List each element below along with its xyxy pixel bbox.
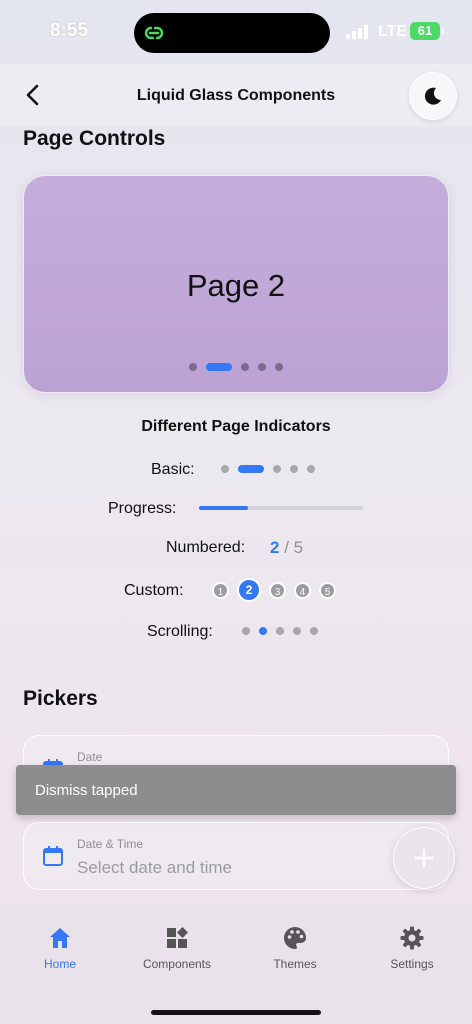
add-fab-button[interactable] <box>393 827 455 889</box>
indicator-dot-active[interactable] <box>238 465 264 473</box>
tab-components-label: Components <box>142 957 212 971</box>
indicator-dot[interactable] <box>273 465 281 473</box>
custom-dot-active[interactable]: 2 <box>237 578 261 602</box>
page-title: Liquid Glass Components <box>136 87 336 104</box>
moon-icon <box>424 87 441 105</box>
indicator-dot[interactable] <box>221 465 229 473</box>
palette-icon <box>284 927 306 949</box>
section-title-page-controls: Page Controls <box>23 127 166 150</box>
indicator-dot[interactable] <box>307 465 315 473</box>
indicator-dot-active[interactable] <box>259 627 267 635</box>
basic-label: Basic: <box>151 461 195 478</box>
indicator-dot[interactable] <box>276 627 284 635</box>
page-dot[interactable] <box>258 363 266 371</box>
bottom-tab-bar: Home Components Themes Settings <box>0 905 472 1024</box>
status-bar: 8:55 LTE 61 <box>0 0 472 64</box>
indicator-dot[interactable] <box>293 627 301 635</box>
custom-dot[interactable]: 5 <box>319 581 336 599</box>
carousel-page-indicator[interactable] <box>24 363 448 371</box>
snackbar: Dismiss tapped <box>16 765 456 815</box>
carousel-page-label: Page 2 <box>186 268 286 303</box>
tab-components[interactable]: Components <box>122 925 232 971</box>
scrolling-indicator[interactable] <box>242 627 318 635</box>
page-dot[interactable] <box>241 363 249 371</box>
tab-settings[interactable]: Settings <box>357 925 467 971</box>
home-indicator <box>151 1010 321 1015</box>
page-dot[interactable] <box>189 363 197 371</box>
basic-indicator[interactable] <box>221 465 315 473</box>
indicator-dot[interactable] <box>242 627 250 635</box>
datetime-picker-label: Date & Time <box>77 837 144 851</box>
numbered-current: 2 <box>270 538 280 557</box>
date-picker-label: Date <box>77 750 103 764</box>
network-type: LTE <box>378 23 408 40</box>
indicator-dot[interactable] <box>310 627 318 635</box>
numbered-separator: / <box>284 538 289 557</box>
link-icon <box>144 26 164 40</box>
tab-themes-label: Themes <box>273 957 317 971</box>
tab-home[interactable]: Home <box>5 925 115 971</box>
custom-dot[interactable]: 4 <box>294 581 311 599</box>
numbered-total: 5 <box>293 538 304 557</box>
progress-indicator <box>199 506 363 510</box>
page-carousel[interactable]: Page 2 <box>23 175 449 393</box>
custom-indicator[interactable]: 1 2 3 4 5 <box>212 578 336 602</box>
signal-icon <box>346 25 368 39</box>
gear-icon <box>400 926 424 950</box>
numbered-label: Numbered: <box>166 539 246 556</box>
section-title-pickers: Pickers <box>23 687 98 710</box>
datetime-picker-field[interactable]: Date & Time Select date and time <box>23 822 449 890</box>
custom-dot[interactable]: 1 <box>212 581 229 599</box>
plus-icon <box>414 848 434 868</box>
tab-settings-label: Settings <box>390 957 434 971</box>
custom-dot[interactable]: 3 <box>269 581 286 599</box>
snackbar-message: Dismiss tapped <box>35 782 138 799</box>
tab-home-label: Home <box>43 957 76 971</box>
numbered-indicator: 2 / 5 <box>270 538 303 558</box>
indicators-heading: Different Page Indicators <box>141 418 331 435</box>
calendar-icon <box>43 846 63 866</box>
custom-label: Custom: <box>124 582 184 599</box>
progress-label: Progress: <box>108 500 177 517</box>
status-time: 8:55 <box>50 20 89 41</box>
components-icon <box>167 927 188 948</box>
datetime-picker-placeholder: Select date and time <box>77 858 232 877</box>
indicator-dot[interactable] <box>290 465 298 473</box>
scrolling-label: Scrolling: <box>147 623 213 640</box>
battery-icon: 61 <box>410 22 444 40</box>
progress-fill <box>199 506 249 510</box>
theme-toggle-button[interactable] <box>409 72 457 120</box>
page-dot[interactable] <box>275 363 283 371</box>
navigation-bar: Liquid Glass Components <box>0 64 472 126</box>
page-dot-active[interactable] <box>206 363 232 371</box>
home-icon <box>50 928 70 948</box>
tab-themes[interactable]: Themes <box>240 925 350 971</box>
dynamic-island <box>134 13 330 53</box>
